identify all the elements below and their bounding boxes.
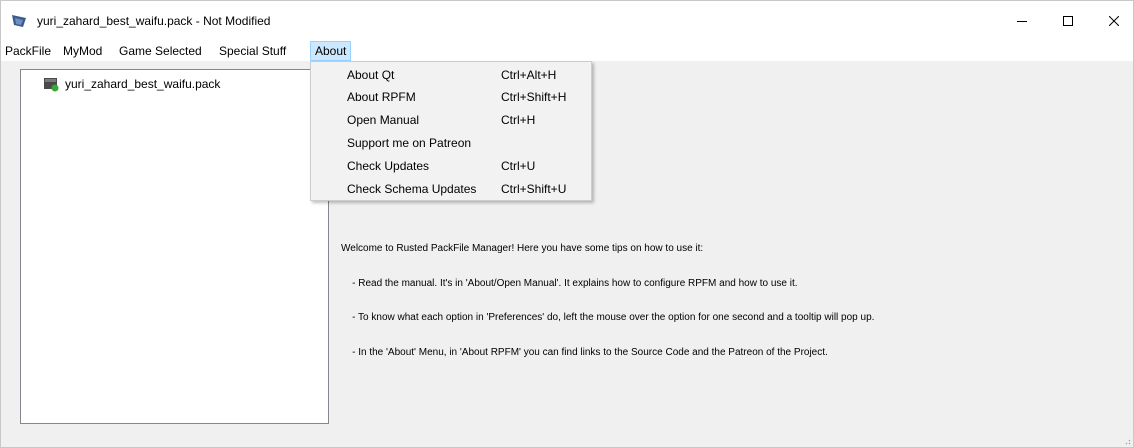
- window-title: yuri_zahard_best_waifu.pack - Not Modifi…: [37, 14, 271, 28]
- menu-item-shortcut: Ctrl+Shift+U: [501, 182, 567, 196]
- maximize-icon: [1063, 16, 1073, 26]
- welcome-line: Welcome to Rusted PackFile Manager! Here…: [341, 243, 704, 254]
- menu-game-selected[interactable]: Game Selected: [115, 41, 206, 61]
- menu-item-shortcut: Ctrl+Shift+H: [501, 90, 567, 104]
- menu-item-shortcut: Ctrl+U: [501, 159, 536, 173]
- menu-item-shortcut: Ctrl+H: [501, 113, 536, 127]
- welcome-line: - To know what each option in 'Preferenc…: [341, 312, 875, 323]
- tree-item-label: yuri_zahard_best_waifu.pack: [65, 77, 221, 91]
- menu-item-label: Support me on Patreon: [347, 136, 472, 150]
- menu-bar: PackFile MyMod Game Selected Special Stu…: [1, 41, 1133, 61]
- close-button[interactable]: [1091, 1, 1134, 41]
- minimize-icon: [1017, 21, 1027, 22]
- main-window: yuri_zahard_best_waifu.pack - Not Modifi…: [0, 0, 1134, 448]
- packfile-icon: [43, 76, 59, 92]
- menu-about[interactable]: About: [310, 41, 352, 61]
- menu-item-shortcut: Ctrl+Alt+H: [501, 68, 557, 82]
- resize-grip-icon[interactable]: [1121, 435, 1131, 445]
- menu-item-check-schema-updates[interactable]: Check Schema Updates Ctrl+Shift+U: [312, 178, 590, 200]
- menu-item-open-manual[interactable]: Open Manual Ctrl+H: [312, 109, 590, 131]
- menu-item-label: About RPFM: [347, 90, 416, 104]
- menu-item-about-qt[interactable]: About Qt Ctrl+Alt+H: [312, 64, 590, 86]
- menu-mymod[interactable]: MyMod: [59, 41, 106, 61]
- menu-item-label: Open Manual: [347, 113, 420, 127]
- rpfm-app-icon: [11, 14, 27, 28]
- welcome-text: Welcome to Rusted PackFile Manager! Here…: [341, 220, 1121, 381]
- menu-item-about-rpfm[interactable]: About RPFM Ctrl+Shift+H: [312, 86, 590, 108]
- menu-special-stuff[interactable]: Special Stuff: [215, 41, 290, 61]
- welcome-line: - In the 'About' Menu, in 'About RPFM' y…: [341, 346, 828, 358]
- minimize-button[interactable]: [999, 1, 1045, 41]
- menu-item-support-patreon[interactable]: Support me on Patreon: [312, 132, 590, 154]
- menu-packfile[interactable]: PackFile: [1, 41, 55, 61]
- tree-item-packfile[interactable]: yuri_zahard_best_waifu.pack: [43, 76, 220, 92]
- menu-item-check-updates[interactable]: Check Updates Ctrl+U: [312, 155, 590, 177]
- welcome-line: - Read the manual. It's in 'About/Open M…: [341, 277, 798, 289]
- menu-item-label: Check Updates: [347, 159, 430, 173]
- menu-item-label: About Qt: [347, 68, 395, 82]
- title-bar[interactable]: yuri_zahard_best_waifu.pack - Not Modifi…: [1, 1, 1133, 41]
- menu-item-label: Check Schema Updates: [347, 182, 477, 196]
- close-icon: [1109, 16, 1119, 26]
- about-dropdown-menu: About Qt Ctrl+Alt+H About RPFM Ctrl+Shif…: [310, 61, 592, 201]
- maximize-button[interactable]: [1045, 1, 1091, 41]
- packfile-tree-view[interactable]: yuri_zahard_best_waifu.pack: [20, 69, 329, 424]
